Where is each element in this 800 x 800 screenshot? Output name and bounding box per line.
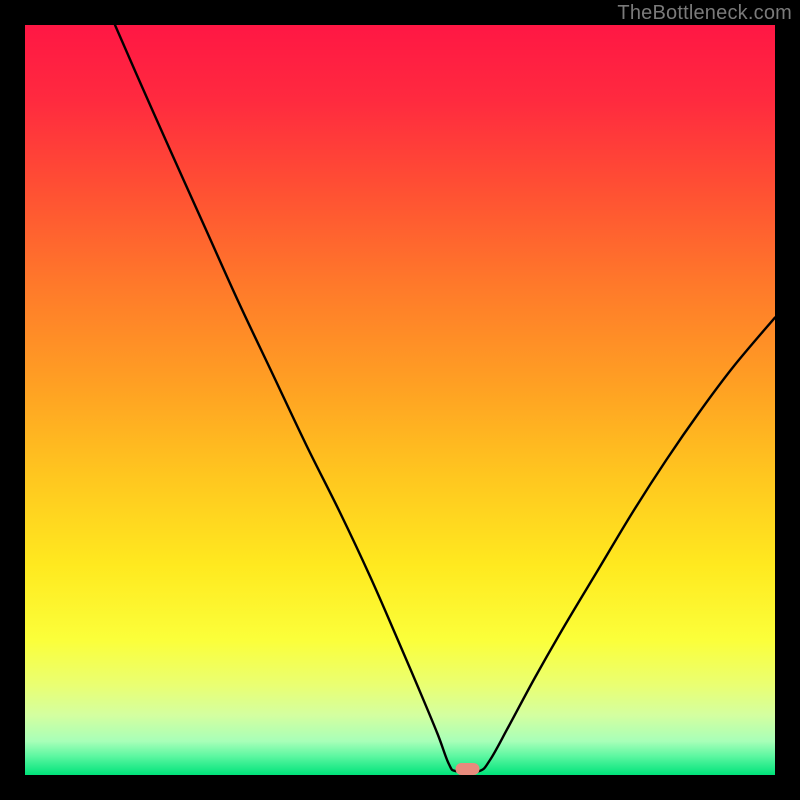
gradient-background [25, 25, 775, 775]
optimal-marker [456, 763, 480, 775]
watermark-text: TheBottleneck.com [617, 2, 792, 25]
chart-svg [25, 25, 775, 775]
plot-area [25, 25, 775, 775]
chart-frame: TheBottleneck.com [0, 0, 800, 800]
